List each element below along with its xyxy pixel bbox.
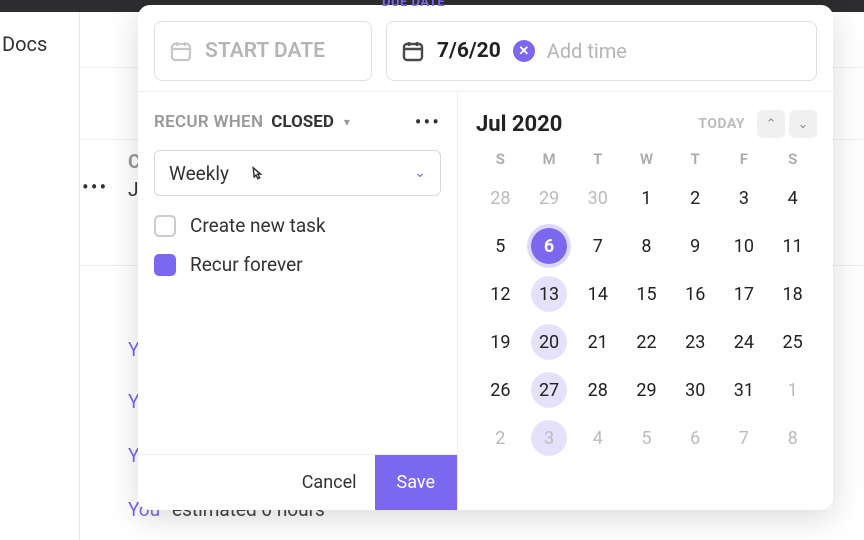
- date-recurrence-modal: DUE DATE START DATE 7/6/20 ✕ Add time RE…: [138, 5, 833, 510]
- clear-due-date-icon[interactable]: ✕: [513, 40, 535, 62]
- calendar-day[interactable]: 5: [622, 414, 671, 462]
- chevron-down-icon: ▾: [344, 115, 350, 129]
- calendar-header: Jul 2020 TODAY ⌃ ⌄: [476, 110, 817, 138]
- calendar-dow: T: [671, 150, 720, 168]
- calendar-day[interactable]: 8: [768, 414, 817, 462]
- calendar-day[interactable]: 24: [720, 318, 769, 366]
- calendar-day[interactable]: 6: [671, 414, 720, 462]
- calendar-day[interactable]: 27: [525, 366, 574, 414]
- recur-when-label: RECUR WHEN: [154, 112, 263, 132]
- start-date-field[interactable]: START DATE: [154, 21, 372, 81]
- calendar-day[interactable]: 29: [525, 174, 574, 222]
- calendar-day[interactable]: 22: [622, 318, 671, 366]
- background-left-panel: Docs +: [0, 12, 80, 540]
- calendar-day[interactable]: 25: [768, 318, 817, 366]
- calendar-day[interactable]: 29: [622, 366, 671, 414]
- calendar-day[interactable]: 16: [671, 270, 720, 318]
- calendar-month-label: Jul 2020: [476, 112, 562, 137]
- recurrence-pane: RECUR WHEN CLOSED ▾ ••• Weekly ⌄ Create …: [138, 92, 458, 510]
- calendar-today-button[interactable]: TODAY: [698, 116, 745, 132]
- modal-body: RECUR WHEN CLOSED ▾ ••• Weekly ⌄ Create …: [138, 91, 833, 510]
- calendar-day[interactable]: 18: [768, 270, 817, 318]
- calendar-day[interactable]: 13: [525, 270, 574, 318]
- due-date-header: DUE DATE: [382, 0, 445, 10]
- calendar-day[interactable]: 6: [525, 222, 574, 270]
- calendar-day[interactable]: 12: [476, 270, 525, 318]
- calendar-icon: [169, 39, 193, 63]
- due-date-value: 7/6/20: [437, 39, 501, 63]
- due-date-field[interactable]: 7/6/20 ✕ Add time: [386, 21, 817, 81]
- recur-forever-label: Recur forever: [190, 253, 303, 276]
- calendar-dow: M: [525, 150, 574, 168]
- calendar-day[interactable]: 4: [573, 414, 622, 462]
- calendar-dow: S: [768, 150, 817, 168]
- calendar-grid: 2829301234567891011121314151617181920212…: [476, 174, 817, 462]
- calendar-day[interactable]: 28: [573, 366, 622, 414]
- calendar-day[interactable]: 20: [525, 318, 574, 366]
- calendar-day[interactable]: 2: [476, 414, 525, 462]
- calendar-day[interactable]: 28: [476, 174, 525, 222]
- calendar-day[interactable]: 7: [720, 414, 769, 462]
- chevron-down-icon: ⌄: [414, 165, 426, 181]
- create-new-task-option[interactable]: Create new task: [154, 214, 441, 237]
- calendar-day[interactable]: 15: [622, 270, 671, 318]
- calendar-pane: Jul 2020 TODAY ⌃ ⌄ SMTWTFS 2829301234567…: [458, 92, 833, 510]
- calendar-day[interactable]: 26: [476, 366, 525, 414]
- calendar-dow-row: SMTWTFS: [476, 150, 817, 168]
- calendar-day[interactable]: 1: [622, 174, 671, 222]
- add-time-button[interactable]: Add time: [547, 39, 627, 63]
- calendar-day[interactable]: 19: [476, 318, 525, 366]
- calendar-day[interactable]: 30: [573, 174, 622, 222]
- calendar-dow: F: [720, 150, 769, 168]
- calendar-dow: T: [573, 150, 622, 168]
- docs-label[interactable]: Docs: [2, 32, 47, 56]
- calendar-day[interactable]: 8: [622, 222, 671, 270]
- calendar-day[interactable]: 3: [525, 414, 574, 462]
- calendar-day[interactable]: 7: [573, 222, 622, 270]
- calendar-day[interactable]: 21: [573, 318, 622, 366]
- calendar-day[interactable]: 23: [671, 318, 720, 366]
- calendar-day[interactable]: 10: [720, 222, 769, 270]
- calendar-dow: S: [476, 150, 525, 168]
- calendar-icon: [401, 39, 425, 63]
- calendar-dow: W: [622, 150, 671, 168]
- recur-when-status: CLOSED: [271, 112, 334, 132]
- recurrence-frequency-select[interactable]: Weekly ⌄: [154, 150, 441, 196]
- start-date-placeholder: START DATE: [205, 39, 325, 63]
- more-icon[interactable]: •••: [82, 175, 108, 199]
- calendar-day[interactable]: 31: [720, 366, 769, 414]
- calendar-day[interactable]: 9: [671, 222, 720, 270]
- recurrence-frequency-value: Weekly: [169, 162, 229, 185]
- modal-date-row: START DATE 7/6/20 ✕ Add time: [138, 5, 833, 91]
- more-options-icon[interactable]: •••: [415, 110, 441, 134]
- checkbox-checked-icon[interactable]: [154, 254, 176, 276]
- calendar-day[interactable]: 4: [768, 174, 817, 222]
- calendar-day[interactable]: 30: [671, 366, 720, 414]
- calendar-day[interactable]: 2: [671, 174, 720, 222]
- checkbox-unchecked-icon[interactable]: [154, 215, 176, 237]
- calendar-next-button[interactable]: ⌄: [789, 110, 817, 138]
- recur-when-row[interactable]: RECUR WHEN CLOSED ▾ •••: [154, 110, 441, 134]
- calendar-day[interactable]: 1: [768, 366, 817, 414]
- modal-actions: Cancel Save: [138, 454, 457, 510]
- calendar-day[interactable]: 17: [720, 270, 769, 318]
- recur-forever-option[interactable]: Recur forever: [154, 253, 441, 276]
- calendar-day[interactable]: 14: [573, 270, 622, 318]
- calendar-day[interactable]: 5: [476, 222, 525, 270]
- create-new-task-label: Create new task: [190, 214, 326, 237]
- calendar-day[interactable]: 11: [768, 222, 817, 270]
- calendar-day[interactable]: 3: [720, 174, 769, 222]
- cursor-pointer-icon: [245, 165, 267, 187]
- calendar-prev-button[interactable]: ⌃: [757, 110, 785, 138]
- cancel-button[interactable]: Cancel: [284, 455, 375, 510]
- save-button[interactable]: Save: [375, 455, 458, 510]
